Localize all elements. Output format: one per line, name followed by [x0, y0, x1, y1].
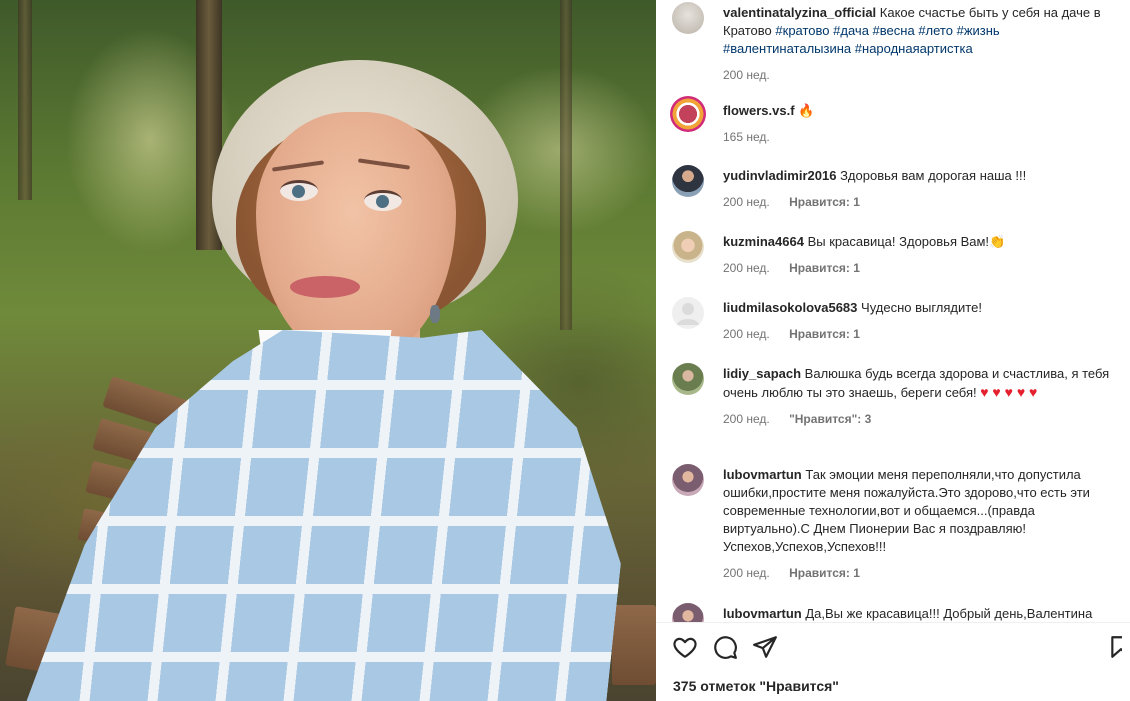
- avatar[interactable]: [672, 363, 704, 395]
- share-icon: [753, 636, 777, 658]
- avatar[interactable]: [672, 2, 704, 34]
- comment-meta: 165 нед.: [723, 128, 1119, 146]
- avatar[interactable]: [670, 96, 706, 132]
- avatar[interactable]: [672, 231, 704, 263]
- comments-panel: valentinatalyzina_official Какое счастье…: [656, 0, 1130, 701]
- likes-count[interactable]: 375 отметок "Нравится": [673, 678, 839, 694]
- comment-username[interactable]: kuzmina4664: [723, 234, 804, 249]
- comment-meta: 200 нед. "Нравится": 3: [723, 410, 1119, 428]
- eye: [280, 180, 318, 201]
- avatar[interactable]: [672, 165, 704, 197]
- hashtag[interactable]: #кратово: [775, 23, 829, 38]
- comment-likes[interactable]: Нравится: 1: [789, 195, 860, 209]
- comment-time[interactable]: 200 нед.: [723, 261, 770, 275]
- lips: [290, 276, 360, 298]
- comment-meta: 200 нед.: [723, 66, 1119, 84]
- comments-list[interactable]: valentinatalyzina_official Какое счастье…: [656, 0, 1130, 622]
- comment-username[interactable]: liudmilasokolova5683: [723, 300, 857, 315]
- hashtag[interactable]: #валентинаталызина: [723, 41, 851, 56]
- comment-meta: 200 нед. Нравится: 1: [723, 259, 1119, 277]
- comment-text: Да,Вы же красавица!!! Добрый день,Валент…: [805, 606, 1093, 621]
- tree-trunk: [560, 0, 572, 330]
- comment-time[interactable]: 200 нед.: [723, 412, 770, 426]
- comment-meta: 200 нед. Нравится: 1: [723, 325, 1119, 343]
- comment-icon: [714, 636, 737, 659]
- comment-likes[interactable]: Нравится: 1: [789, 566, 860, 580]
- comment-username[interactable]: lidiy_sapach: [723, 366, 801, 381]
- hashtag[interactable]: #весна: [873, 23, 915, 38]
- comment-button[interactable]: [712, 634, 740, 662]
- comment-meta: 200 нед. Нравится: 1: [723, 564, 1119, 582]
- earring: [430, 305, 440, 323]
- comment-username[interactable]: valentinatalyzina_official: [723, 5, 876, 20]
- like-button[interactable]: [672, 634, 700, 662]
- share-button[interactable]: [752, 634, 780, 662]
- hashtag[interactable]: #дача: [833, 23, 869, 38]
- avatar[interactable]: [672, 464, 704, 496]
- eye: [364, 190, 402, 211]
- face: [256, 112, 456, 362]
- comment-username[interactable]: flowers.vs.f: [723, 103, 795, 118]
- comment-text: Вы красавица! Здоровья Вам!👏: [807, 234, 1006, 249]
- hashtag[interactable]: #народнаяартистка: [855, 41, 973, 56]
- comment-time[interactable]: 200 нед.: [723, 327, 770, 341]
- save-button[interactable]: [1108, 634, 1122, 662]
- comment-likes[interactable]: Нравится: 1: [789, 327, 860, 341]
- comment-username[interactable]: yudinvladimir2016: [723, 168, 836, 183]
- tree-trunk: [18, 0, 32, 200]
- avatar[interactable]: [672, 603, 704, 622]
- comment-time[interactable]: 165 нед.: [723, 130, 770, 144]
- comment-text: Чудесно выглядите!: [861, 300, 982, 315]
- comment-text: 🔥: [798, 103, 815, 118]
- heart-emoji: ♥ ♥ ♥ ♥ ♥: [980, 384, 1038, 400]
- comment-time[interactable]: 200 нед.: [723, 68, 770, 82]
- comment-text: Здоровья вам дорогая наша !!!: [840, 168, 1027, 183]
- hashtag[interactable]: #жизнь: [957, 23, 1000, 38]
- comment-meta: 200 нед. Нравится: 1: [723, 193, 1119, 211]
- bench-slat: [612, 605, 656, 685]
- default-avatar-icon: [677, 303, 699, 325]
- hashtag[interactable]: #лето: [918, 23, 953, 38]
- comment-username[interactable]: lubovmartun: [723, 606, 802, 621]
- heart-icon: [673, 637, 697, 658]
- bookmark-icon: [1111, 636, 1122, 658]
- post-photo[interactable]: [0, 0, 656, 701]
- comment-likes[interactable]: "Нравится": 3: [789, 412, 871, 426]
- divider: [656, 622, 1130, 623]
- post-actions: [672, 634, 1122, 666]
- comment-likes[interactable]: Нравится: 1: [789, 261, 860, 275]
- comment-time[interactable]: 200 нед.: [723, 566, 770, 580]
- comment-time[interactable]: 200 нед.: [723, 195, 770, 209]
- comment-username[interactable]: lubovmartun: [723, 467, 802, 482]
- avatar[interactable]: [672, 297, 704, 329]
